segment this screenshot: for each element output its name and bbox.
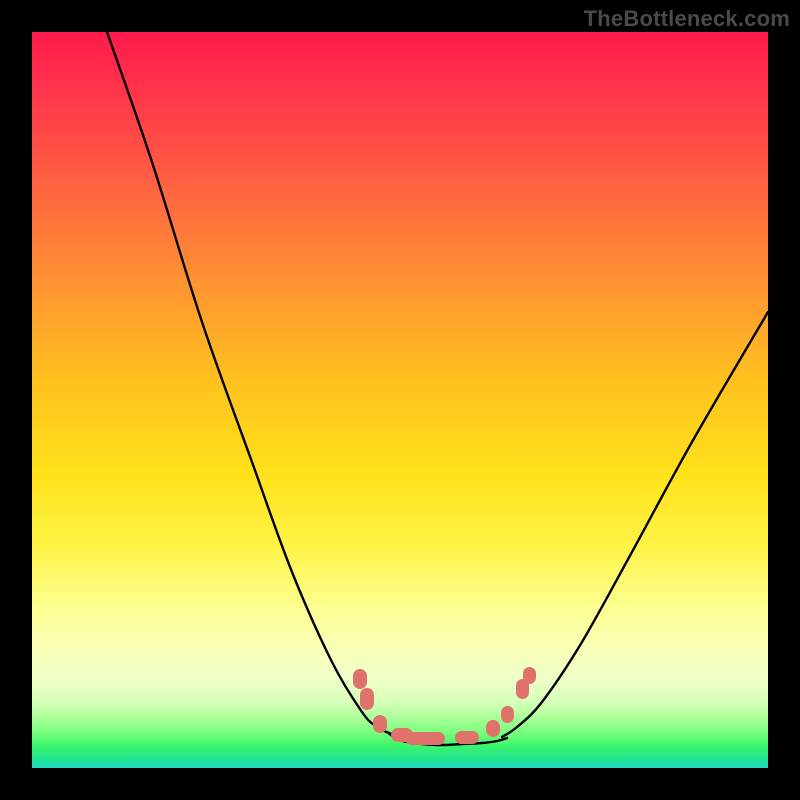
watermark-text: TheBottleneck.com bbox=[584, 6, 790, 32]
data-marker bbox=[373, 715, 387, 733]
data-marker bbox=[455, 731, 479, 744]
right-curve bbox=[502, 312, 768, 737]
data-marker bbox=[501, 706, 514, 723]
plot-area bbox=[32, 32, 768, 768]
data-marker bbox=[360, 688, 374, 710]
curve-layer bbox=[32, 32, 768, 768]
data-marker bbox=[353, 669, 367, 689]
data-marker bbox=[523, 667, 536, 684]
left-curve bbox=[107, 32, 407, 737]
data-marker bbox=[486, 720, 500, 737]
outer-frame: TheBottleneck.com bbox=[0, 0, 800, 800]
data-marker bbox=[405, 732, 445, 745]
